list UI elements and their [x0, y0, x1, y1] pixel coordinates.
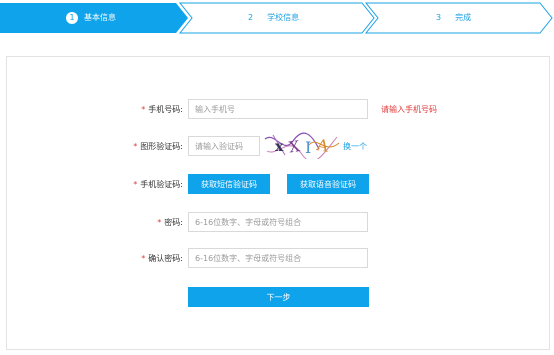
phone-label: * 手机号码:	[141, 99, 183, 121]
sms-code-row: * 手机验证码: 获取短信验证码 获取语音验证码	[7, 174, 549, 196]
step-2-number: 2	[248, 13, 254, 22]
confirm-password-label: * 确认密码:	[141, 248, 183, 270]
change-captcha-link[interactable]: 换一个	[343, 136, 367, 158]
password-label-text: 密码:	[164, 218, 183, 227]
required-mark: *	[133, 142, 138, 151]
confirm-password-input[interactable]	[188, 248, 368, 268]
required-mark: *	[157, 218, 162, 227]
step-2-label: 学校信息	[267, 13, 300, 22]
phone-row: *手机号码: 请输入手机号码	[7, 99, 549, 121]
phone-error-message: 请输入手机号码	[381, 105, 437, 114]
step-progress-bar: 1 基本信息 2 学校信息 3 完成	[0, 0, 554, 38]
required-mark: *	[133, 180, 138, 189]
required-mark: *	[141, 254, 146, 263]
password-row: * 密码:	[7, 212, 549, 234]
captcha-image[interactable]: x X I A	[263, 131, 343, 159]
step-3-label: 完成	[455, 13, 472, 22]
step-1-number: 1	[66, 11, 78, 24]
phone-label-text: 手机号码:	[148, 105, 183, 114]
password-label: * 密码:	[157, 212, 183, 234]
step-2: 2 学校信息	[248, 0, 299, 36]
captcha-glyph-1: x	[275, 139, 284, 155]
required-mark: *	[141, 105, 146, 114]
image-code-label-text: 图形验证码:	[140, 142, 183, 151]
get-sms-code-button[interactable]: 获取短信验证码	[188, 174, 270, 194]
image-code-input[interactable]	[188, 136, 260, 156]
next-row: 下一步	[7, 287, 549, 309]
next-step-button[interactable]: 下一步	[188, 287, 369, 307]
step-1: 1 基本信息	[66, 0, 116, 36]
step-1-label: 基本信息	[84, 13, 116, 22]
sms-code-label-text: 手机验证码:	[140, 180, 183, 189]
confirm-password-row: * 确认密码:	[7, 248, 549, 270]
get-voice-code-button[interactable]: 获取语音验证码	[287, 174, 369, 194]
captcha-glyph-3: I	[305, 138, 311, 157]
registration-form-panel: *手机号码: 请输入手机号码 *图形验证码: x X I A 换一个 *手机验证…	[6, 56, 550, 350]
confirm-password-label-text: 确认密码:	[148, 254, 183, 263]
sms-code-label: * 手机验证码:	[133, 174, 183, 196]
image-code-label: * 图形验证码:	[133, 136, 183, 158]
phone-input[interactable]	[188, 99, 368, 119]
step-3-number: 3	[436, 13, 442, 22]
step-3: 3 完成	[436, 0, 471, 36]
password-input[interactable]	[188, 212, 368, 232]
image-code-row: *图形验证码: x X I A 换一个	[7, 131, 549, 159]
